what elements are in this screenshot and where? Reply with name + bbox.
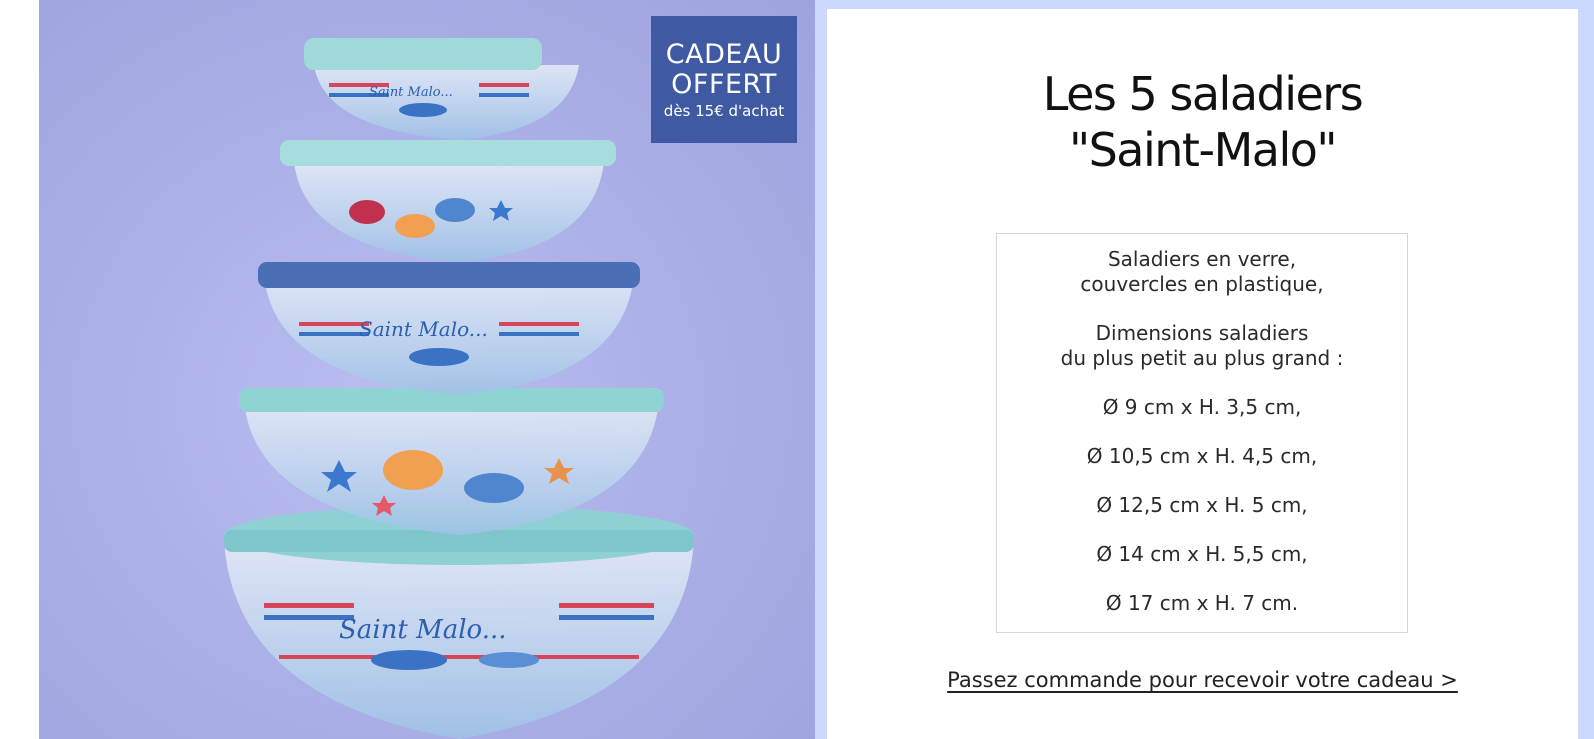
bowl-tiny: Saint Malo...	[304, 38, 579, 140]
bowl-small	[280, 140, 616, 262]
svg-text:Saint Malo...: Saint Malo...	[369, 85, 453, 100]
spec-size-1: Ø 9 cm x H. 3,5 cm,	[1102, 395, 1302, 419]
product-title-line-1: Les 5 saladiers	[1042, 67, 1364, 121]
bowl-large: Saint Malo...	[224, 505, 694, 739]
svg-text:Saint Malo...: Saint Malo...	[359, 317, 488, 341]
badge-line-3: dès 15€ d'achat	[663, 102, 785, 120]
order-cta-link[interactable]: Passez commande pour recevoir votre cade…	[947, 668, 1458, 692]
spec-material-line-2: couvercles en plastique,	[1080, 272, 1324, 296]
bowl-medium: Saint Malo...	[258, 262, 640, 395]
product-info-card: Les 5 saladiers "Saint-Malo" Saladiers e…	[827, 9, 1578, 739]
svg-text:Saint Malo...: Saint Malo...	[339, 615, 507, 645]
page: Saint Malo... Saint Malo... Saint Malo..…	[0, 0, 1594, 739]
cta-container: Passez commande pour recevoir votre cade…	[827, 668, 1578, 692]
product-title: Les 5 saladiers "Saint-Malo"	[827, 66, 1578, 178]
badge-line-1: CADEAU	[665, 39, 783, 70]
spec-size-3: Ø 12,5 cm x H. 5 cm,	[1096, 493, 1308, 517]
badge-line-2: OFFERT	[671, 69, 777, 100]
spec-material-line-1: Saladiers en verre,	[1107, 247, 1297, 271]
spec-size-5: Ø 17 cm x H. 7 cm.	[1105, 591, 1299, 615]
spec-dims-heading-line-2: du plus petit au plus grand :	[1060, 346, 1344, 370]
spec-dims-heading-line-1: Dimensions saladiers	[1095, 321, 1309, 345]
product-title-line-2: "Saint-Malo"	[1068, 123, 1338, 177]
gift-offer-badge: CADEAU OFFERT dès 15€ d'achat	[651, 16, 797, 143]
spec-size-2: Ø 10,5 cm x H. 4,5 cm,	[1086, 444, 1318, 468]
spec-size-4: Ø 14 cm x H. 5,5 cm,	[1096, 542, 1308, 566]
product-specs-box: Saladiers en verre, couvercles en plasti…	[996, 233, 1408, 633]
